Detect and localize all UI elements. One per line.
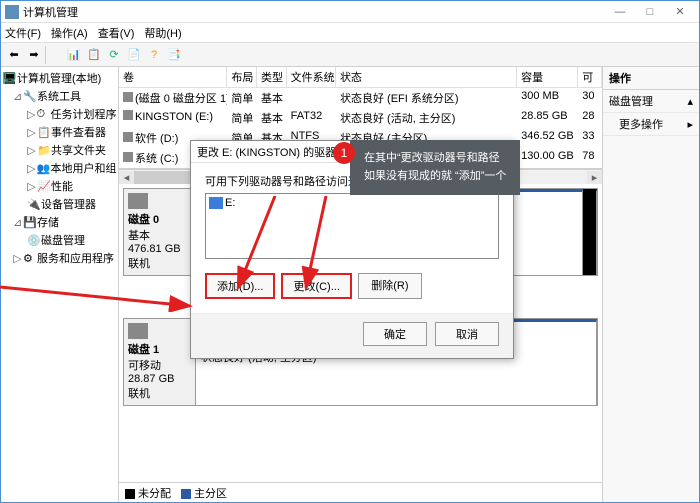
- window-title: 计算机管理: [23, 4, 605, 20]
- tree-group-storage[interactable]: ⊿💾 存储: [3, 213, 116, 231]
- annotation-arrow-change: [296, 196, 336, 296]
- tree-group-services[interactable]: ▷⚙ 服务和应用程序: [3, 249, 116, 267]
- menu-file[interactable]: 文件(F): [5, 25, 41, 41]
- menubar: 文件(F) 操作(A) 查看(V) 帮助(H): [1, 23, 699, 43]
- help-icon[interactable]: ?: [145, 46, 163, 64]
- tool-icon-2[interactable]: 📋: [85, 46, 103, 64]
- menu-view[interactable]: 查看(V): [98, 25, 135, 41]
- ok-button[interactable]: 确定: [363, 322, 427, 346]
- legend: 未分配 主分区: [119, 482, 602, 502]
- maximize-button[interactable]: □: [635, 3, 665, 21]
- drive-icon: [209, 197, 223, 209]
- titlebar: 计算机管理 — □ ✕: [1, 1, 699, 23]
- col-fs[interactable]: 文件系统: [287, 67, 336, 87]
- annotation-arrow-add: [230, 196, 280, 296]
- minimize-button[interactable]: —: [605, 3, 635, 21]
- tree-item-diskmgmt[interactable]: 💿磁盘管理: [3, 231, 116, 249]
- remove-button[interactable]: 删除(R): [358, 273, 422, 299]
- tree-root[interactable]: 🖥 计算机管理(本地): [3, 69, 116, 87]
- menu-action[interactable]: 操作(A): [51, 25, 88, 41]
- tree-item-shared[interactable]: ▷📁共享文件夹: [3, 141, 116, 159]
- actions-pane: 操作 磁盘管理▴ 更多操作▸: [603, 67, 699, 502]
- annotation-arrow-left: [0, 282, 200, 312]
- actions-header: 操作: [603, 67, 699, 90]
- disk-icon: [128, 193, 148, 209]
- col-free[interactable]: 可: [578, 67, 602, 87]
- tree-item-users[interactable]: ▷👥本地用户和组: [3, 159, 116, 177]
- menu-help[interactable]: 帮助(H): [144, 25, 181, 41]
- tree-item-eventviewer[interactable]: ▷📋事件查看器: [3, 123, 116, 141]
- collapse-icon: ▴: [687, 95, 693, 108]
- close-button[interactable]: ✕: [665, 3, 695, 21]
- actions-group[interactable]: 磁盘管理▴: [603, 90, 699, 113]
- col-status[interactable]: 状态: [336, 67, 517, 87]
- annotation-tooltip: 在其中“更改驱动器号和路径 如果没有现成的就 “添加”一个: [350, 140, 520, 195]
- cancel-button[interactable]: 取消: [435, 322, 499, 346]
- tool-icon-3[interactable]: 📄: [125, 46, 143, 64]
- partition-unknown[interactable]: [583, 189, 597, 275]
- col-type[interactable]: 类型: [257, 67, 287, 87]
- annotation-badge: 1: [333, 142, 355, 164]
- app-icon: [5, 5, 19, 19]
- col-volume[interactable]: 卷: [119, 67, 227, 87]
- disk-icon: [128, 323, 148, 339]
- col-layout[interactable]: 布局: [227, 67, 257, 87]
- toolbar: ⬅ ➡ 📊 📋 ⟳ 📄 ? 📑: [1, 43, 699, 67]
- actions-more[interactable]: 更多操作▸: [603, 113, 699, 136]
- table-row[interactable]: (磁盘 0 磁盘分区 1)简单基本状态良好 (EFI 系统分区)300 MB30: [119, 88, 602, 108]
- tool-icon-1[interactable]: 📊: [65, 46, 83, 64]
- back-icon[interactable]: ⬅: [5, 46, 23, 64]
- tree-item-perf[interactable]: ▷📈性能: [3, 177, 116, 195]
- forward-icon[interactable]: ➡: [25, 46, 43, 64]
- tree-group-systools[interactable]: ⊿🔧 系统工具: [3, 87, 116, 105]
- refresh-icon[interactable]: ⟳: [105, 46, 123, 64]
- chevron-right-icon: ▸: [687, 118, 693, 131]
- tree-item-scheduler[interactable]: ▷⏱任务计划程序: [3, 105, 116, 123]
- tree-item-devmgr[interactable]: 🔌设备管理器: [3, 195, 116, 213]
- tool-icon-4[interactable]: 📑: [165, 46, 183, 64]
- table-row[interactable]: KINGSTON (E:)简单基本FAT32状态良好 (活动, 主分区)28.8…: [119, 108, 602, 128]
- col-capacity[interactable]: 容量: [517, 67, 578, 87]
